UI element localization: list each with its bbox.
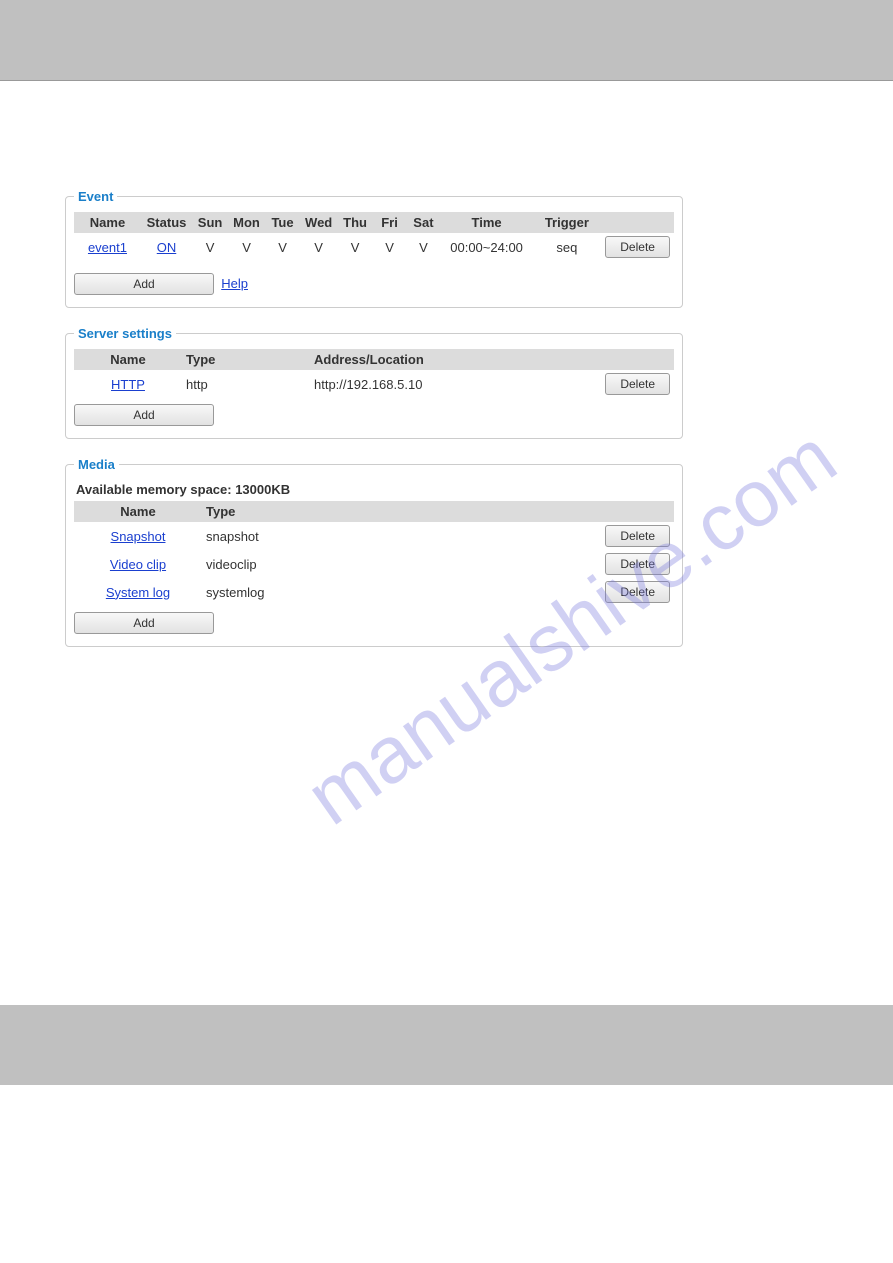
col-wed: Wed — [300, 212, 337, 233]
col-time: Time — [441, 212, 533, 233]
media-snapshot-link[interactable]: Snapshot — [111, 529, 166, 544]
col-actions — [601, 501, 674, 522]
bottom-bar — [0, 1005, 893, 1085]
event-sat: V — [406, 233, 441, 261]
media-memspace: Available memory space: 13000KB — [76, 482, 674, 497]
event-name-link[interactable]: event1 — [88, 240, 127, 255]
col-sun: Sun — [192, 212, 228, 233]
server-table: Name Type Address/Location HTTP http htt… — [74, 349, 674, 398]
event-legend: Event — [74, 189, 117, 204]
col-type: Type — [182, 349, 310, 370]
event-fieldset: Event Name Status Sun Mon Tue Wed Thu Fr… — [65, 189, 683, 308]
col-spacer — [330, 501, 601, 522]
col-trigger: Trigger — [532, 212, 601, 233]
event-fri: V — [373, 233, 406, 261]
col-addr: Address/Location — [310, 349, 601, 370]
event-thu: V — [337, 233, 373, 261]
event-row: event1 ON V V V V V V V 00:00~24:00 seq … — [74, 233, 674, 261]
server-name-link[interactable]: HTTP — [111, 377, 145, 392]
server-fieldset: Server settings Name Type Address/Locati… — [65, 326, 683, 439]
event-time: 00:00~24:00 — [441, 233, 533, 261]
media-row-videoclip: Video clip videoclip Delete — [74, 550, 674, 578]
event-status-link[interactable]: ON — [157, 240, 177, 255]
media-row-systemlog: System log systemlog Delete — [74, 578, 674, 606]
media-snapshot-delete-button[interactable]: Delete — [605, 525, 670, 547]
media-legend: Media — [74, 457, 119, 472]
media-snapshot-type: snapshot — [202, 522, 330, 550]
media-systemlog-link[interactable]: System log — [106, 585, 170, 600]
col-type: Type — [202, 501, 330, 522]
server-addr: http://192.168.5.10 — [310, 370, 601, 398]
event-add-button[interactable]: Add — [74, 273, 214, 295]
server-legend: Server settings — [74, 326, 176, 341]
top-bar — [0, 0, 893, 81]
server-type: http — [182, 370, 310, 398]
event-sun: V — [192, 233, 228, 261]
col-name: Name — [74, 349, 182, 370]
media-row-snapshot: Snapshot snapshot Delete — [74, 522, 674, 550]
media-videoclip-type: videoclip — [202, 550, 330, 578]
server-add-button[interactable]: Add — [74, 404, 214, 426]
media-header-row: Name Type — [74, 501, 674, 522]
event-wed: V — [300, 233, 337, 261]
media-table: Name Type Snapshot snapshot Delete Video… — [74, 501, 674, 606]
col-status: Status — [141, 212, 192, 233]
col-thu: Thu — [337, 212, 373, 233]
event-header-row: Name Status Sun Mon Tue Wed Thu Fri Sat … — [74, 212, 674, 233]
server-row: HTTP http http://192.168.5.10 Delete — [74, 370, 674, 398]
col-fri: Fri — [373, 212, 406, 233]
col-sat: Sat — [406, 212, 441, 233]
media-systemlog-delete-button[interactable]: Delete — [605, 581, 670, 603]
media-videoclip-delete-button[interactable]: Delete — [605, 553, 670, 575]
event-delete-button[interactable]: Delete — [605, 236, 670, 258]
col-name: Name — [74, 212, 141, 233]
event-trigger: seq — [532, 233, 601, 261]
event-table: Name Status Sun Mon Tue Wed Thu Fri Sat … — [74, 212, 674, 261]
col-mon: Mon — [228, 212, 265, 233]
event-help-link[interactable]: Help — [221, 276, 248, 291]
server-delete-button[interactable]: Delete — [605, 373, 670, 395]
server-header-row: Name Type Address/Location — [74, 349, 674, 370]
col-actions — [601, 349, 674, 370]
media-add-button[interactable]: Add — [74, 612, 214, 634]
media-systemlog-type: systemlog — [202, 578, 330, 606]
spacer — [0, 705, 893, 1005]
event-tue: V — [265, 233, 300, 261]
page-content: manualshive.com Event Name Status Sun Mo… — [0, 81, 893, 705]
col-name: Name — [74, 501, 202, 522]
col-tue: Tue — [265, 212, 300, 233]
media-fieldset: Media Available memory space: 13000KB Na… — [65, 457, 683, 647]
event-mon: V — [228, 233, 265, 261]
media-videoclip-link[interactable]: Video clip — [110, 557, 166, 572]
col-actions — [601, 212, 674, 233]
